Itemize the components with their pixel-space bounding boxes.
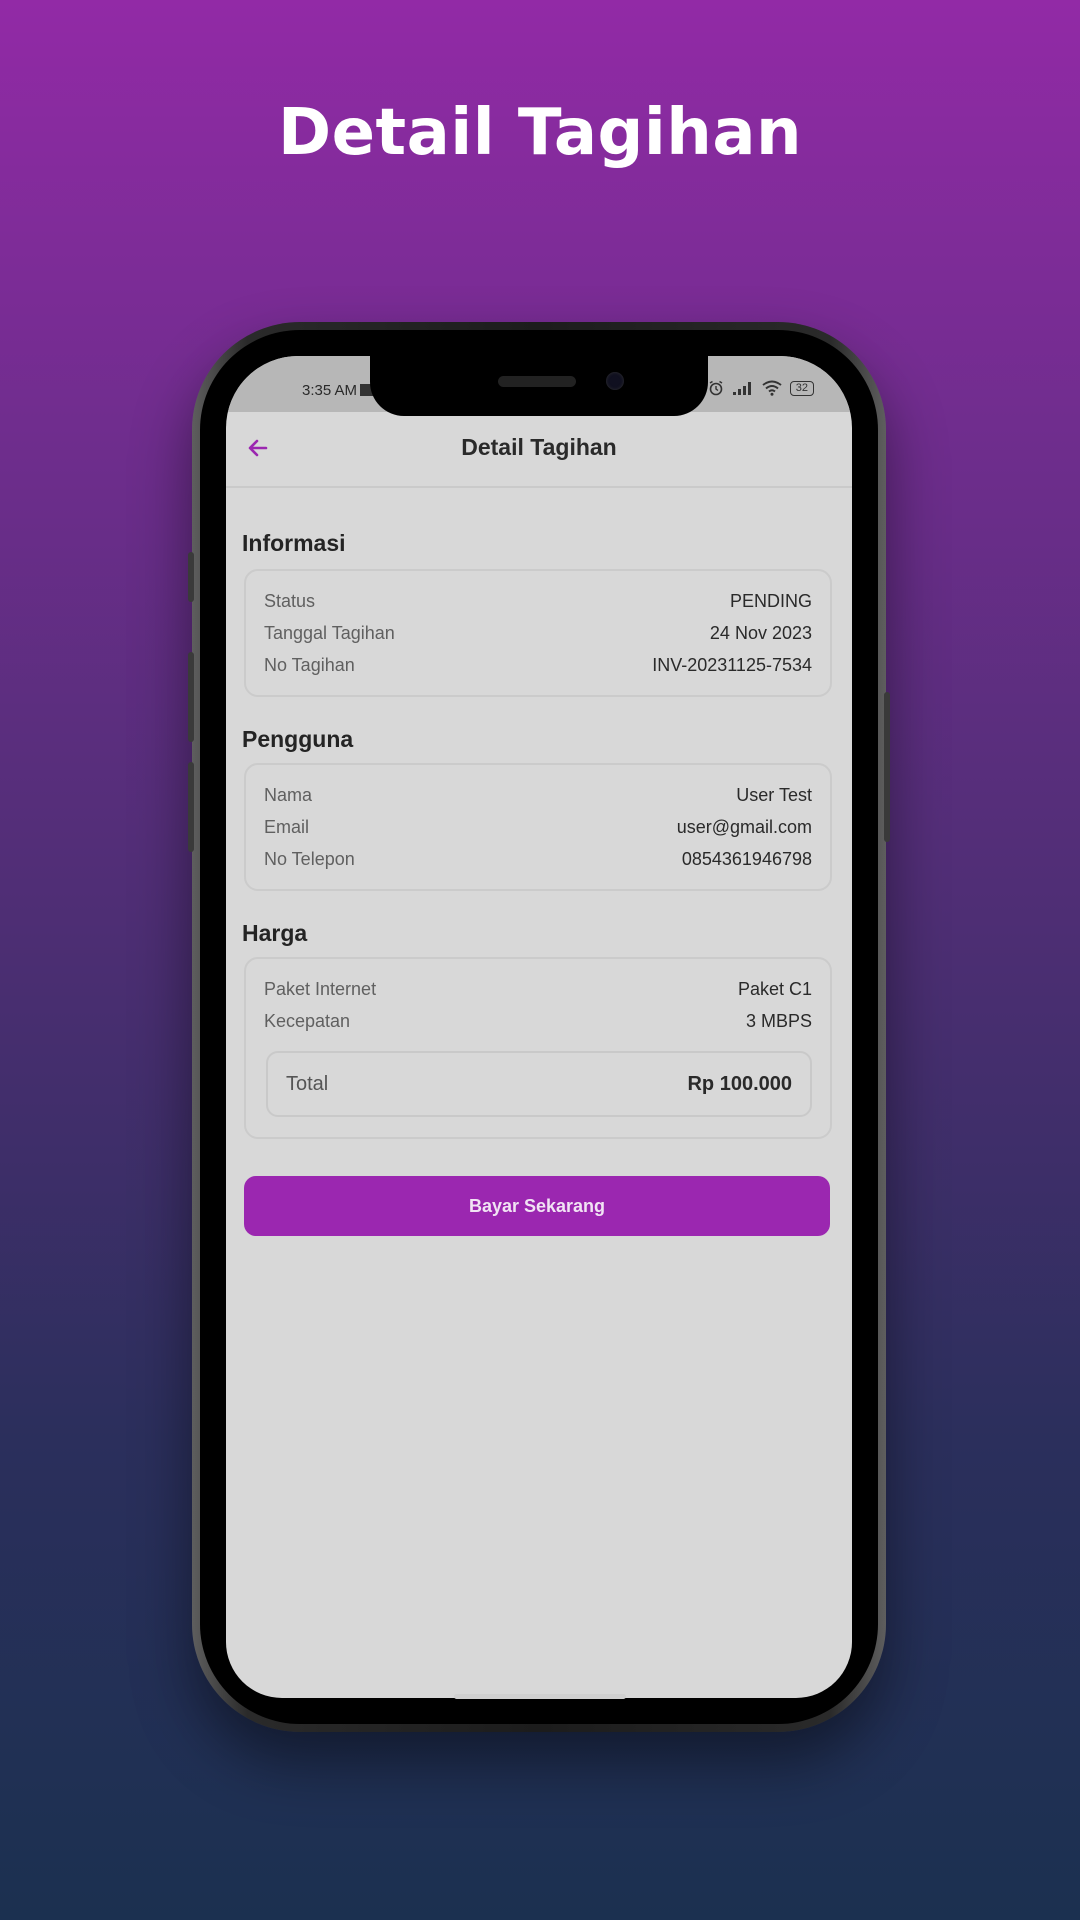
user-row: No Telepon 0854361946798: [264, 849, 812, 873]
volume-up-button: [188, 652, 194, 742]
info-label: Status: [264, 591, 316, 611]
card-informasi: Status PENDING Tanggal Tagihan 24 Nov 20…: [244, 569, 832, 697]
alarm-icon: [709, 380, 723, 396]
section-title-pengguna: Pengguna: [242, 726, 354, 752]
user-label: Email: [264, 817, 310, 837]
info-row: Tanggal Tagihan 24 Nov 2023: [264, 623, 812, 647]
info-label: No Tagihan: [264, 655, 355, 675]
price-row: Kecepatan 3 MBPS: [264, 1011, 812, 1035]
power-button: [884, 692, 890, 842]
status-badge: PENDING: [729, 591, 812, 611]
page-title: Detail Tagihan: [461, 434, 617, 460]
phone-notch: [370, 356, 708, 416]
app-bar: Detail Tagihan: [226, 412, 852, 488]
total-value: Rp 100.000: [687, 1073, 792, 1095]
user-label: Nama: [264, 785, 313, 805]
wifi-icon: [762, 380, 782, 396]
card-pengguna: Nama User Test Email user@gmail.com No T…: [244, 763, 832, 891]
info-value: INV-20231125-7534: [652, 655, 812, 675]
user-row: Email user@gmail.com: [264, 817, 812, 841]
status-icons: 32: [708, 380, 814, 396]
total-label: Total: [286, 1073, 329, 1095]
user-value: 0854361946798: [681, 849, 812, 869]
price-label: Kecepatan: [264, 1011, 351, 1031]
info-value: 24 Nov 2023: [709, 623, 812, 643]
volume-button: [188, 552, 194, 602]
speaker: [498, 376, 576, 387]
promo-title: Detail Tagihan: [277, 96, 803, 170]
home-indicator[interactable]: [454, 1694, 626, 1699]
signal-icon: [732, 382, 751, 395]
price-label: Paket Internet: [264, 979, 377, 999]
front-camera: [606, 372, 624, 390]
phone-frame: 3:35 AM 32 Detail Tagihan Informasi Stat…: [188, 322, 890, 1732]
user-value: user@gmail.com: [676, 817, 812, 837]
price-row: Paket Internet Paket C1: [264, 979, 812, 1003]
volume-down-button: [188, 762, 194, 852]
status-time-text: 3:35 AM: [302, 382, 358, 399]
pay-now-button[interactable]: Bayar Sekarang: [244, 1176, 830, 1236]
info-row: No Tagihan INV-20231125-7534: [264, 655, 812, 679]
battery-icon: 32: [789, 380, 814, 396]
info-label: Tanggal Tagihan: [264, 623, 395, 643]
user-label: No Telepon: [264, 849, 355, 869]
section-title-harga: Harga: [242, 920, 308, 946]
phone-screen: 3:35 AM 32 Detail Tagihan Informasi Stat…: [226, 356, 852, 1698]
price-value: 3 MBPS: [745, 1011, 812, 1031]
total-box: Total Rp 100.000: [266, 1051, 812, 1117]
user-value: User Test: [736, 785, 812, 805]
info-row: Status PENDING: [264, 591, 812, 615]
card-harga: Paket Internet Paket C1 Kecepatan 3 MBPS…: [244, 957, 832, 1139]
section-title-informasi: Informasi: [242, 530, 346, 556]
price-value: Paket C1: [737, 979, 812, 999]
status-time: 3:35 AM: [302, 382, 375, 399]
user-row: Nama User Test: [264, 785, 812, 809]
